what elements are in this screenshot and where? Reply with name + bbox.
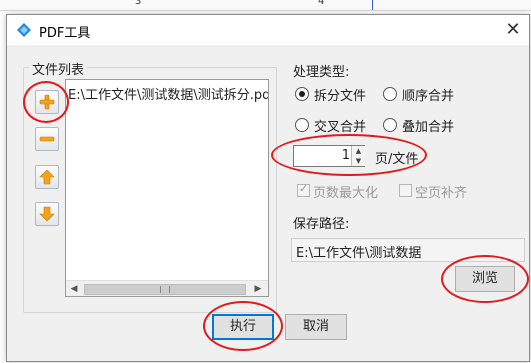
radio-indicator[interactable] <box>383 87 397 101</box>
checkbox-label: 空页补齐 <box>415 186 468 201</box>
cancel-button[interactable]: 取消 <box>285 314 347 340</box>
file-list[interactable]: E:\工作文件\测试数据\测试拆分.pdf ◀ ▶ <box>65 79 269 297</box>
title-bar: PDF工具 ✕ <box>7 15 529 45</box>
radio-split-files[interactable]: 拆分文件 <box>295 85 385 104</box>
radio-indicator[interactable] <box>383 118 397 132</box>
radio-cross-merge[interactable]: 交叉合并 <box>295 116 385 135</box>
checkbox-indicator[interactable] <box>399 184 412 197</box>
save-path-value: E:\工作文件\测试数据 <box>296 246 422 261</box>
scroll-right-icon[interactable]: ▶ <box>253 284 263 294</box>
maximize-pages-checkbox[interactable]: 页数最大化 <box>297 182 393 201</box>
list-item[interactable]: E:\工作文件\测试数据\测试拆分.pdf <box>68 84 268 103</box>
remove-icon <box>39 136 55 142</box>
radio-indicator[interactable] <box>295 87 309 101</box>
save-path-field[interactable]: E:\工作文件\测试数据 <box>291 238 525 262</box>
fill-blank-checkbox[interactable]: 空页补齐 <box>399 182 489 201</box>
app-icon <box>17 23 31 37</box>
ruler: 3 4 <box>0 0 531 11</box>
remove-file-button[interactable] <box>35 127 59 151</box>
process-type-label: 处理类型: <box>293 65 350 80</box>
radio-overlay-merge[interactable]: 叠加合并 <box>383 116 473 135</box>
scrollbar-thumb[interactable] <box>84 284 246 295</box>
pdf-tool-dialog: PDF工具 ✕ 文件列表 E:\工作文件\测试数据\测试拆分.pdf ◀ ▶ 处… <box>6 14 530 362</box>
move-down-button[interactable] <box>35 202 59 226</box>
move-down-icon <box>39 206 55 222</box>
radio-label: 交叉合并 <box>314 120 367 135</box>
ruler-number: 4 <box>318 0 325 7</box>
pages-unit-label: 页/文件 <box>375 152 419 167</box>
pages-per-file-value[interactable]: 1 <box>342 148 350 163</box>
save-path-label: 保存路径: <box>293 217 350 232</box>
checkbox-indicator[interactable] <box>297 182 310 197</box>
radio-sequential-merge[interactable]: 顺序合并 <box>383 85 473 104</box>
move-up-button[interactable] <box>35 165 59 189</box>
horizontal-scrollbar[interactable]: ◀ ▶ <box>66 280 268 296</box>
radio-indicator[interactable] <box>295 118 309 132</box>
add-file-button[interactable] <box>35 90 59 114</box>
ruler-number: 3 <box>135 0 142 7</box>
window-title: PDF工具 <box>39 26 91 41</box>
scroll-left-icon[interactable]: ◀ <box>69 284 79 294</box>
move-up-icon <box>39 169 55 185</box>
spinner-buttons[interactable]: ▲ ▼ <box>351 146 365 166</box>
spin-down-icon[interactable]: ▼ <box>352 156 365 166</box>
radio-label: 顺序合并 <box>402 89 455 104</box>
ruler-cursor-marker <box>372 0 373 10</box>
file-list-label: 文件列表 <box>29 59 88 78</box>
checkbox-label: 页数最大化 <box>313 186 379 201</box>
pages-per-file-spinner[interactable]: 1 ▲ ▼ <box>293 145 365 167</box>
radio-label: 拆分文件 <box>314 89 367 104</box>
execute-button[interactable]: 执行 <box>212 314 274 340</box>
browse-button[interactable]: 浏览 <box>455 266 515 292</box>
add-icon <box>39 94 55 110</box>
radio-label: 叠加合并 <box>402 120 455 135</box>
close-button[interactable]: ✕ <box>501 18 525 42</box>
